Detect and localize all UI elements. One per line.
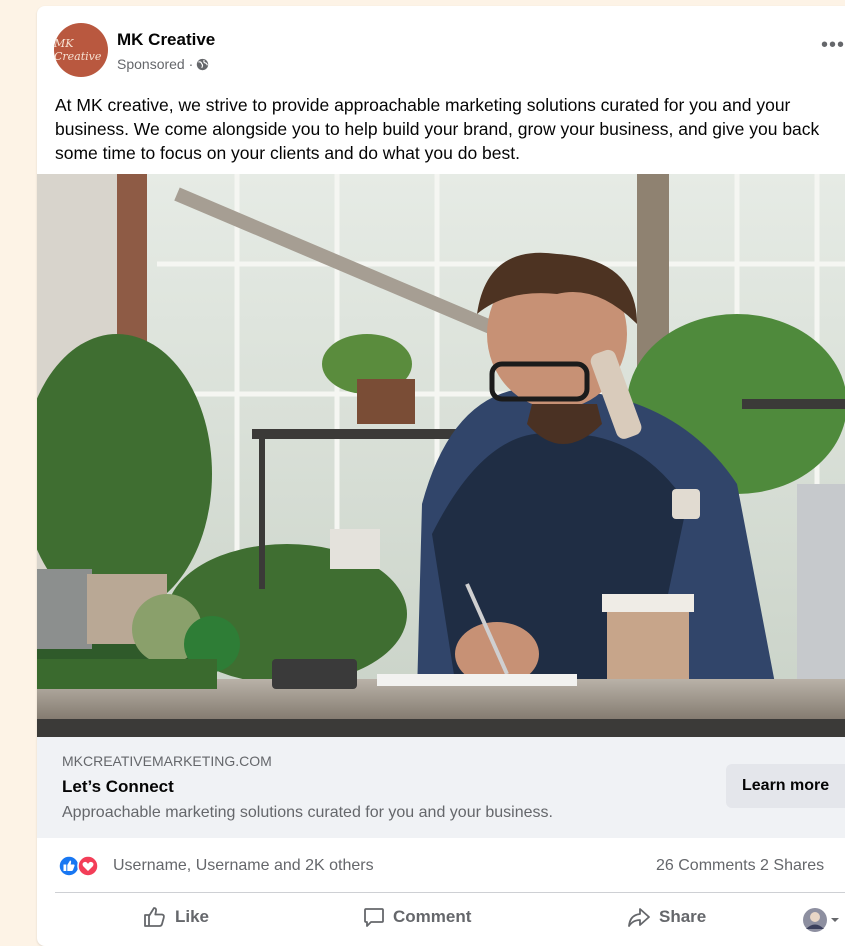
avatar-logo-text: MK Creative — [54, 37, 102, 63]
audience-selector[interactable] — [803, 908, 840, 932]
sponsored-label[interactable]: Sponsored · — [117, 56, 209, 72]
link-domain: MKCREATIVEMARKETING.COM — [62, 753, 272, 769]
more-options-button[interactable]: ••• — [821, 34, 845, 57]
like-label: Like — [175, 907, 210, 926]
thumbs-up-icon — [144, 907, 165, 927]
share-button[interactable]: Share — [627, 906, 706, 928]
more-icon: ••• — [821, 34, 845, 56]
post-header: MK Creative MK Creative Sponsored · ••• — [37, 6, 845, 86]
like-button[interactable]: Like — [143, 906, 209, 928]
comment-count[interactable]: 26 Comments — [656, 857, 756, 874]
link-preview[interactable]: MKCREATIVEMARKETING.COM Let’s Connect Ap… — [37, 737, 845, 838]
globe-icon — [197, 58, 209, 70]
greenhouse-photo — [37, 174, 845, 737]
viewer-avatar — [803, 908, 827, 932]
share-count[interactable]: 2 Shares — [760, 857, 824, 874]
post-actions: Like Comment Share — [37, 894, 845, 944]
page-avatar[interactable]: MK Creative — [54, 23, 108, 77]
learn-more-button[interactable]: Learn more — [726, 764, 845, 808]
reaction-stats: Username, Username and 2K others 26 Comm… — [37, 838, 845, 892]
love-reaction-icon — [77, 855, 99, 877]
share-arrow-icon — [628, 908, 650, 927]
link-headline: Let’s Connect — [62, 777, 174, 796]
engagement-counts: 26 Comments 2 Shares — [656, 857, 824, 875]
caret-down-icon — [831, 918, 839, 922]
share-label: Share — [659, 907, 707, 926]
post-body-text: At MK creative, we strive to provide app… — [55, 95, 820, 163]
sponsored-post-card: MK Creative MK Creative Sponsored · ••• … — [37, 6, 845, 946]
like-reaction-icon — [58, 855, 80, 877]
page-name-link[interactable]: MK Creative — [117, 30, 215, 50]
comment-label: Comment — [393, 907, 472, 926]
post-image[interactable] — [37, 174, 845, 737]
link-description: Approachable marketing solutions curated… — [62, 804, 553, 821]
sponsored-text: Sponsored · — [117, 56, 194, 72]
comment-bubble-icon — [364, 908, 384, 927]
reaction-icons[interactable] — [58, 855, 106, 877]
reaction-names[interactable]: Username, Username and 2K others — [113, 857, 374, 875]
comment-button[interactable]: Comment — [363, 906, 471, 928]
action-divider — [55, 892, 845, 893]
